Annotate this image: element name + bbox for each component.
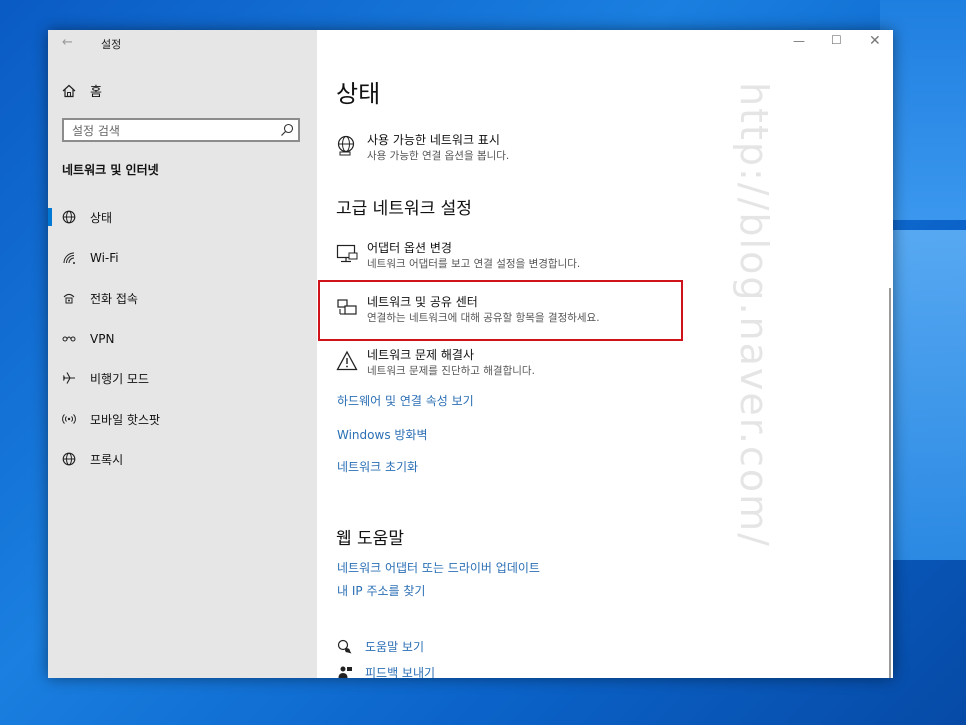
help-item-label: 도움말 보기 — [365, 640, 425, 654]
sidebar-item-dialup[interactable]: 전화 접속 — [48, 282, 317, 314]
send-feedback-link[interactable]: 피드백 보내기 — [337, 664, 435, 678]
show-networks-option[interactable]: 사용 가능한 네트워크 표시 사용 가능한 연결 옵션을 봅니다. — [336, 133, 509, 164]
section-title: 네트워크 및 인터넷 — [62, 163, 159, 177]
globe-icon — [61, 451, 77, 467]
hotspot-icon — [61, 411, 77, 427]
globe-status-icon — [61, 209, 77, 225]
highlight-box — [318, 280, 683, 341]
advanced-section-title: 고급 네트워크 설정 — [336, 199, 472, 219]
sidebar-item-hotspot[interactable]: 모바일 핫스팟 — [48, 403, 317, 435]
watermark: http://blog.naver.com/ — [732, 82, 776, 548]
warning-icon — [336, 350, 358, 371]
search-input[interactable] — [64, 121, 280, 141]
sidebar-item-wifi[interactable]: Wi-Fi — [48, 242, 317, 274]
search-box[interactable] — [62, 118, 300, 142]
sidebar-item-label: 상태 — [90, 210, 113, 225]
help-chat-icon — [337, 639, 352, 653]
sidebar-item-label: VPN — [90, 332, 115, 346]
windows-firewall-link[interactable]: Windows 방화벽 — [337, 426, 428, 443]
option-title: 어댑터 옵션 변경 — [367, 241, 452, 255]
dialup-icon — [61, 290, 77, 306]
adapter-options-option[interactable]: 어댑터 옵션 변경 네트워크 어댑터를 보고 연결 설정을 변경합니다. — [336, 241, 580, 272]
find-ip-link[interactable]: 내 IP 주소를 찾기 — [337, 582, 425, 599]
sidebar-item-status[interactable]: 상태 — [48, 201, 317, 233]
minimize-icon[interactable]: — — [793, 34, 805, 48]
sidebar: ← 설정 홈 네트워크 및 인터넷 상태 — [48, 30, 317, 678]
option-desc: 네트워크 문제를 진단하고 해결합니다. — [367, 365, 535, 377]
back-arrow-icon[interactable]: ← — [62, 35, 73, 50]
scrollbar[interactable] — [889, 288, 891, 678]
feedback-icon — [338, 666, 352, 678]
settings-window: ← 설정 홈 네트워크 및 인터넷 상태 — [48, 30, 893, 678]
adapter-icon — [336, 244, 358, 263]
sidebar-item-label: 프록시 — [90, 452, 124, 467]
maximize-icon[interactable]: ☐ — [831, 33, 842, 47]
sidebar-item-airplane[interactable]: 비행기 모드 — [48, 362, 317, 394]
wifi-icon — [61, 250, 77, 266]
search-icon[interactable] — [280, 123, 294, 137]
sidebar-item-vpn[interactable]: VPN — [48, 323, 317, 355]
home-icon — [62, 84, 76, 97]
sidebar-item-label: 모바일 핫스팟 — [90, 412, 161, 427]
airplane-icon — [61, 370, 77, 386]
home-link[interactable]: 홈 — [62, 81, 102, 100]
network-reset-link[interactable]: 네트워크 초기화 — [337, 458, 418, 475]
get-help-link[interactable]: 도움말 보기 — [337, 638, 424, 655]
globe-network-icon — [337, 135, 355, 156]
sidebar-item-label: 비행기 모드 — [90, 371, 150, 386]
sidebar-item-label: 전화 접속 — [90, 291, 138, 306]
option-title: 네트워크 문제 해결사 — [367, 348, 474, 362]
option-desc: 네트워크 어댑터를 보고 연결 설정을 변경합니다. — [367, 258, 581, 270]
page-title: 상태 — [336, 80, 381, 108]
window-title: 설정 — [101, 38, 122, 51]
option-desc: 사용 가능한 연결 옵션을 봅니다. — [367, 150, 510, 162]
hardware-properties-link[interactable]: 하드웨어 및 연결 속성 보기 — [337, 392, 474, 409]
sidebar-item-label: Wi-Fi — [90, 251, 119, 265]
main-content: — ☐ ✕ http://blog.naver.com/ 상태 사용 가능한 네… — [317, 30, 893, 678]
home-label: 홈 — [90, 85, 102, 100]
close-icon[interactable]: ✕ — [869, 33, 881, 49]
sidebar-item-proxy[interactable]: 프록시 — [48, 443, 317, 475]
web-help-title: 웹 도움말 — [336, 529, 404, 549]
help-item-label: 피드백 보내기 — [365, 666, 436, 678]
update-driver-link[interactable]: 네트워크 어댑터 또는 드라이버 업데이트 — [337, 559, 540, 576]
troubleshooter-option[interactable]: 네트워크 문제 해결사 네트워크 문제를 진단하고 해결합니다. — [336, 348, 535, 379]
vpn-icon — [61, 331, 77, 347]
option-title: 사용 가능한 네트워크 표시 — [367, 133, 500, 147]
title-bar: ← 설정 — [48, 30, 317, 56]
